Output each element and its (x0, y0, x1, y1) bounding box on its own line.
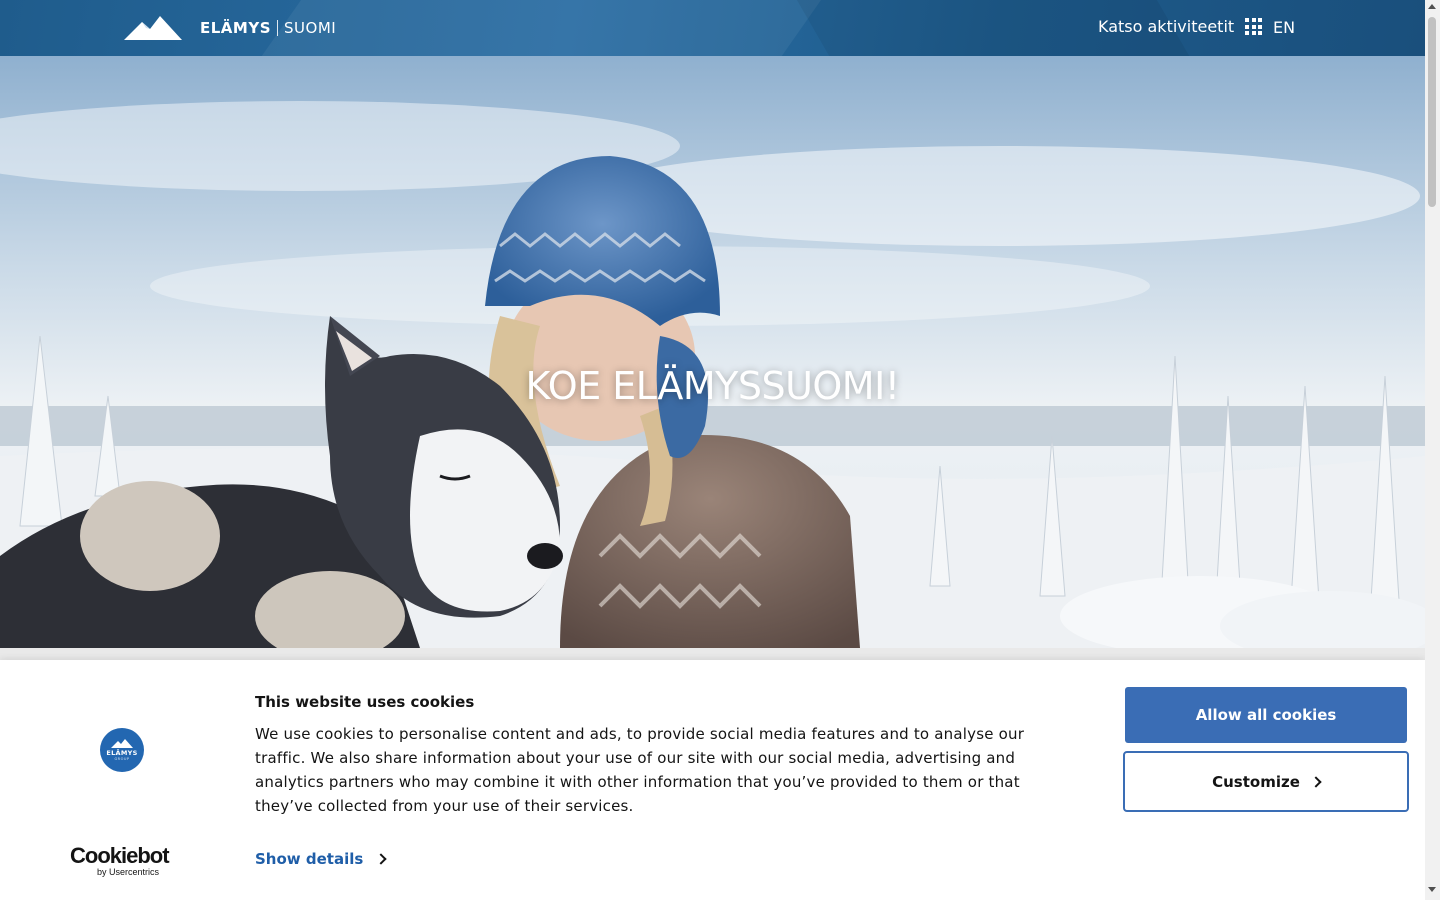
page-scrollbar[interactable] (1425, 0, 1440, 900)
site-logo[interactable]: ELÄMYS SUOMI (124, 14, 336, 42)
customize-label: Customize (1212, 772, 1300, 791)
chevron-right-icon (375, 853, 387, 865)
hero-section: KOE ELÄMYSSUOMI! (0, 56, 1425, 648)
cookie-description: We use cookies to personalise content an… (255, 725, 1025, 815)
hero-title: KOE ELÄMYSSUOMI! (525, 364, 900, 408)
scroll-down-arrow-icon[interactable] (1428, 887, 1436, 892)
cookie-title: This website uses cookies (255, 693, 475, 711)
grid-icon (1245, 18, 1263, 35)
activities-label: Katso aktiviteetit (1098, 17, 1235, 36)
allow-all-cookies-button[interactable]: Allow all cookies (1125, 687, 1407, 743)
cookiebot-wordmark: Cookiebot (70, 843, 170, 868)
site-header: ELÄMYS SUOMI Katso aktiviteetit EN (0, 0, 1425, 56)
elamys-group-logo: ELÄMYS GROUP (100, 728, 144, 772)
mountain-logo-icon (111, 739, 133, 748)
logo-text: ELÄMYS SUOMI (200, 19, 336, 37)
logo-subtitle: SUOMI (284, 19, 337, 37)
logo-group: GROUP (114, 757, 130, 761)
cookie-consent-banner: ELÄMYS GROUP Cookiebot by Usercentrics T… (0, 660, 1425, 900)
cookiebot-byline: by Usercentrics (97, 867, 160, 877)
show-details-link[interactable]: Show details (255, 850, 387, 868)
show-details-label: Show details (255, 850, 364, 868)
customize-button[interactable]: Customize (1123, 751, 1409, 812)
chevron-right-icon (1310, 775, 1322, 788)
mountain-logo-icon (124, 16, 182, 40)
logo-divider (277, 20, 279, 36)
hero-image (0, 56, 1425, 648)
scrollbar-thumb[interactable] (1428, 17, 1436, 207)
language-switch[interactable]: EN (1273, 18, 1295, 37)
cookiebot-logo[interactable]: Cookiebot by Usercentrics (70, 843, 174, 878)
logo-brand: ELÄMYS (200, 19, 272, 37)
hero-bottom-band (0, 648, 1425, 660)
logo-brand: ELÄMYS (106, 749, 138, 757)
scroll-up-arrow-icon[interactable] (1428, 4, 1436, 9)
activities-menu-link[interactable]: Katso aktiviteetit (1098, 17, 1263, 36)
